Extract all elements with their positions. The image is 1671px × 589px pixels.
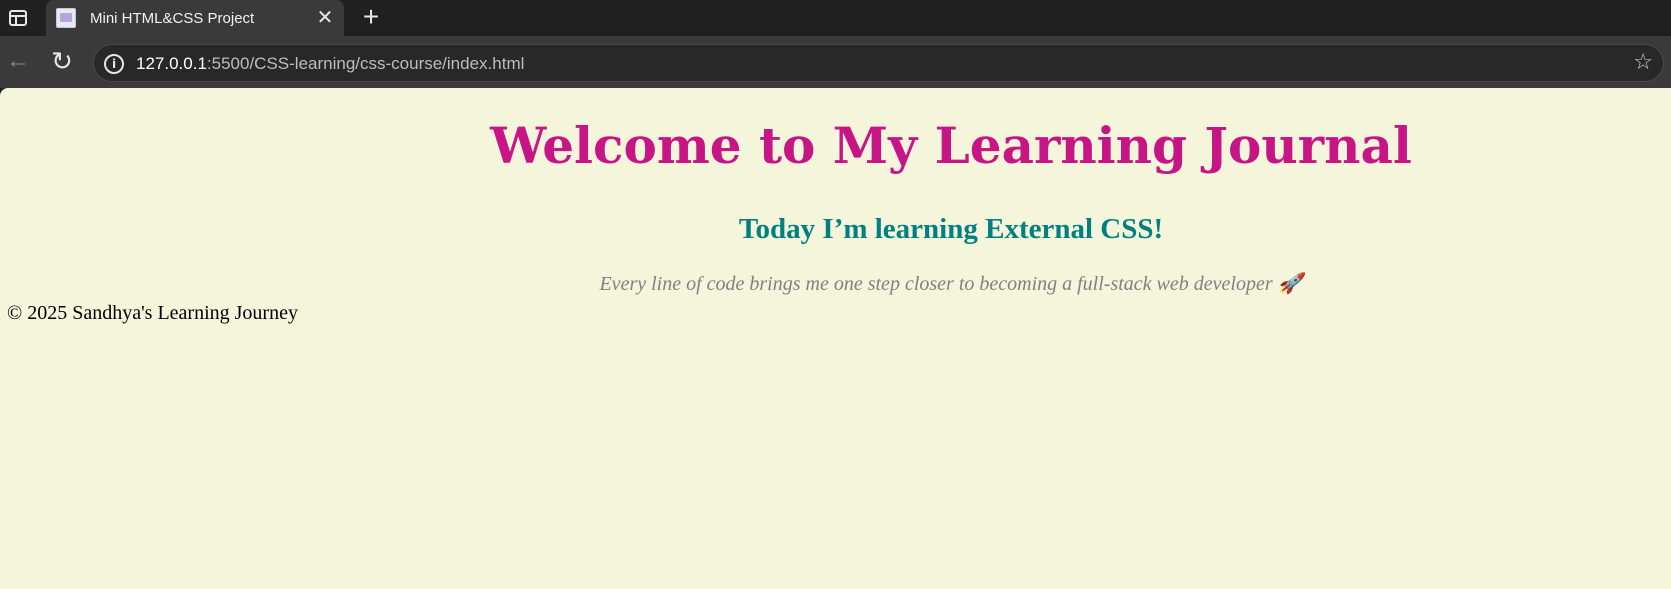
page-footer: © 2025 Sandhya's Learning Journey bbox=[7, 302, 298, 324]
new-tab-icon[interactable]: + bbox=[356, 3, 386, 33]
url-text[interactable]: 127.0.0.1:5500/CSS-learning/css-course/i… bbox=[136, 54, 524, 74]
back-icon[interactable]: ← bbox=[4, 48, 32, 76]
tab-title: Mini HTML&CSS Project bbox=[90, 9, 255, 27]
close-tab-icon[interactable]: ✕ bbox=[314, 7, 336, 29]
address-bar[interactable]: i 127.0.0.1:5500/CSS-learning/css-course… bbox=[93, 44, 1664, 82]
tab-strip: Mini HTML&CSS Project ✕ + bbox=[0, 0, 1671, 36]
page-heading: Welcome to My Learning Journal bbox=[490, 116, 1412, 175]
page-subheading: Today I’m learning External CSS! bbox=[738, 213, 1164, 245]
page-paragraph: Every line of code brings me one step cl… bbox=[599, 273, 1303, 295]
bookmark-star-icon[interactable]: ☆ bbox=[1633, 51, 1653, 75]
tab-actions-icon[interactable] bbox=[0, 0, 36, 36]
browser-toolbar: ← ↻ i 127.0.0.1:5500/CSS-learning/css-co… bbox=[0, 36, 1671, 88]
page-viewport: Welcome to My Learning Journal Today I’m… bbox=[0, 88, 1671, 589]
url-path: :5500/CSS-learning/css-course/index.html bbox=[206, 54, 525, 73]
url-host: 127.0.0.1 bbox=[136, 54, 207, 73]
tab-active[interactable]: Mini HTML&CSS Project ✕ bbox=[46, 0, 344, 36]
reload-icon[interactable]: ↻ bbox=[48, 48, 76, 76]
favicon-icon bbox=[56, 8, 76, 28]
site-info-icon[interactable]: i bbox=[104, 54, 124, 74]
